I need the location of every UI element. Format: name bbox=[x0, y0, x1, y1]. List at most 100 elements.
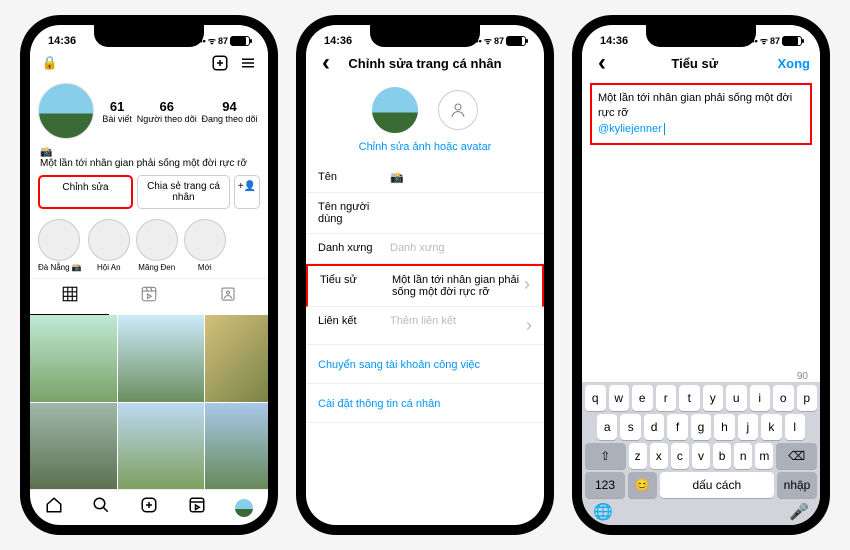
change-photo-link[interactable]: Chỉnh sửa ảnh hoặc avatar bbox=[306, 141, 544, 153]
post-thumb[interactable] bbox=[118, 403, 205, 490]
key-a[interactable]: a bbox=[597, 414, 617, 440]
post-thumb[interactable] bbox=[205, 315, 268, 402]
field-username[interactable]: Tên người dùng bbox=[306, 193, 544, 234]
notch bbox=[370, 25, 480, 47]
key-m[interactable]: m bbox=[755, 443, 773, 469]
chevron-right-icon bbox=[526, 315, 532, 336]
key-h[interactable]: h bbox=[714, 414, 734, 440]
highlight-item[interactable]: Hội An bbox=[88, 219, 130, 272]
key-q[interactable]: q bbox=[585, 385, 606, 411]
return-key[interactable]: nhập bbox=[777, 472, 817, 498]
backspace-key[interactable]: ⌫ bbox=[776, 443, 817, 469]
key-s[interactable]: s bbox=[620, 414, 640, 440]
avatar-placeholder-icon[interactable] bbox=[438, 90, 478, 130]
nav-search-icon[interactable] bbox=[92, 496, 110, 519]
key-w[interactable]: w bbox=[609, 385, 630, 411]
key-d[interactable]: d bbox=[644, 414, 664, 440]
key-b[interactable]: b bbox=[713, 443, 731, 469]
shift-key[interactable]: ⇧ bbox=[585, 443, 626, 469]
key-y[interactable]: y bbox=[703, 385, 724, 411]
bio-header: Tiểu sử Xong bbox=[582, 49, 820, 77]
key-g[interactable]: g bbox=[691, 414, 711, 440]
highlight-item[interactable]: Đà Nẵng 📸 bbox=[38, 219, 82, 272]
highlights: Đà Nẵng 📸 Hội An Măng Đen Mới bbox=[30, 213, 268, 278]
content-tabs bbox=[30, 278, 268, 315]
field-bio[interactable]: Tiểu sử Một lần tới nhân gian phải sống … bbox=[306, 264, 544, 307]
bio-emoji: 📸 bbox=[40, 147, 258, 158]
share-profile-button[interactable]: Chia sẻ trang cá nhân bbox=[137, 175, 230, 209]
post-thumb[interactable] bbox=[118, 315, 205, 402]
highlight-item[interactable]: Mới bbox=[184, 219, 226, 272]
key-u[interactable]: u bbox=[726, 385, 747, 411]
avatar[interactable] bbox=[38, 83, 94, 139]
field-pronouns[interactable]: Danh xưng Danh xưng bbox=[306, 234, 544, 264]
menu-icon[interactable] bbox=[238, 53, 258, 73]
done-button[interactable]: Xong bbox=[778, 56, 811, 71]
field-name[interactable]: Tên 📸 bbox=[306, 163, 544, 193]
tab-reels[interactable] bbox=[109, 279, 188, 315]
key-k[interactable]: k bbox=[761, 414, 781, 440]
post-thumb[interactable] bbox=[205, 403, 268, 490]
key-r[interactable]: r bbox=[656, 385, 677, 411]
status-icons: ••• ᯤ 87 bbox=[472, 34, 526, 47]
pronouns-placeholder: Danh xưng bbox=[390, 242, 532, 254]
key-i[interactable]: i bbox=[750, 385, 771, 411]
key-j[interactable]: j bbox=[738, 414, 758, 440]
num-key[interactable]: 123 bbox=[585, 472, 625, 498]
action-buttons: Chỉnh sửa Chia sẻ trang cá nhân +👤 bbox=[30, 171, 268, 213]
field-links[interactable]: Liên kết Thêm liên kết bbox=[306, 307, 544, 345]
key-n[interactable]: n bbox=[734, 443, 752, 469]
links-placeholder: Thêm liên kết bbox=[390, 315, 526, 327]
key-v[interactable]: v bbox=[692, 443, 710, 469]
nav-home-icon[interactable] bbox=[45, 496, 63, 519]
key-t[interactable]: t bbox=[679, 385, 700, 411]
globe-icon[interactable]: 🌐 bbox=[593, 502, 613, 522]
notch bbox=[94, 25, 204, 47]
bio-text: Một lần tới nhân gian phải sống một đời … bbox=[598, 92, 792, 119]
key-f[interactable]: f bbox=[667, 414, 687, 440]
profile-header: 🔒 bbox=[30, 49, 268, 77]
key-o[interactable]: o bbox=[773, 385, 794, 411]
nav-create-icon[interactable] bbox=[140, 496, 158, 519]
key-z[interactable]: z bbox=[629, 443, 647, 469]
name-value: 📸 bbox=[390, 171, 532, 184]
mic-icon[interactable]: 🎤 bbox=[789, 502, 809, 522]
phone-edit-profile: 14:36 ••• ᯤ 87 Chỉnh sửa trang cá nhân C… bbox=[296, 15, 554, 535]
back-icon[interactable] bbox=[316, 53, 336, 73]
nav-reels-icon[interactable] bbox=[188, 496, 206, 519]
mention: @kyliejenner bbox=[598, 123, 662, 135]
avatar[interactable] bbox=[372, 87, 418, 133]
stat-posts[interactable]: 61Bài viết bbox=[102, 99, 132, 124]
switch-account-link[interactable]: Chuyển sang tài khoản công việc bbox=[306, 345, 544, 384]
key-p[interactable]: p bbox=[797, 385, 818, 411]
key-e[interactable]: e bbox=[632, 385, 653, 411]
discover-people-button[interactable]: +👤 bbox=[234, 175, 260, 209]
status-icons: ••• ᯤ 87 bbox=[196, 34, 250, 47]
stat-following[interactable]: 94Đang theo dõi bbox=[202, 99, 258, 124]
bio-value: Một lần tới nhân gian phải sống một đời … bbox=[392, 274, 524, 298]
key-c[interactable]: c bbox=[671, 443, 689, 469]
highlight-item[interactable]: Măng Đen bbox=[136, 219, 178, 272]
key-l[interactable]: l bbox=[785, 414, 805, 440]
personal-info-link[interactable]: Cài đặt thông tin cá nhân bbox=[306, 384, 544, 423]
stat-followers[interactable]: 66Người theo dõi bbox=[137, 99, 197, 124]
bio-textarea[interactable]: Một lần tới nhân gian phải sống một đời … bbox=[590, 83, 812, 145]
tab-tagged[interactable] bbox=[189, 279, 268, 315]
lock-icon: 🔒 bbox=[40, 53, 60, 73]
char-counter: 90 bbox=[582, 371, 820, 382]
edit-header: Chỉnh sửa trang cá nhân bbox=[306, 49, 544, 77]
post-thumb[interactable] bbox=[30, 315, 117, 402]
edit-profile-button[interactable]: Chỉnh sửa bbox=[38, 175, 133, 209]
profile-stats: 61Bài viết 66Người theo dõi 94Đang theo … bbox=[30, 77, 268, 145]
nav-profile-icon[interactable] bbox=[235, 499, 253, 517]
status-icons: ••• ᯤ 87 bbox=[748, 34, 802, 47]
create-icon[interactable] bbox=[210, 53, 230, 73]
tab-grid[interactable] bbox=[30, 279, 109, 315]
post-thumb[interactable] bbox=[30, 403, 117, 490]
space-key[interactable]: dấu cách bbox=[660, 472, 774, 498]
emoji-key[interactable]: 😊 bbox=[628, 472, 657, 498]
back-icon[interactable] bbox=[592, 53, 612, 73]
bio-text: Một lần tới nhân gian phải sống một đời … bbox=[40, 158, 258, 169]
key-x[interactable]: x bbox=[650, 443, 668, 469]
page-title: Tiểu sử bbox=[612, 56, 778, 71]
